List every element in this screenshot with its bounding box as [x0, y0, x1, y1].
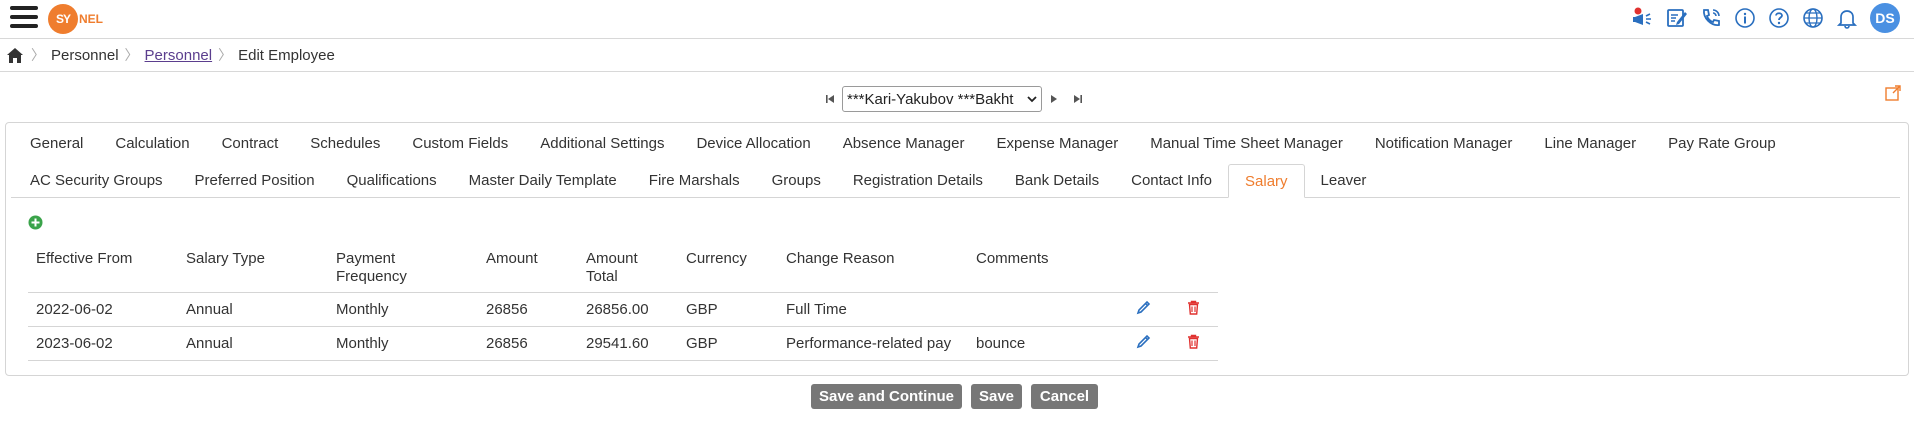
cell-payment-frequency: Monthly — [328, 292, 478, 327]
tab-registration-details[interactable]: Registration Details — [837, 164, 999, 198]
cell-effective-from: 2022-06-02 — [28, 292, 178, 327]
cell-amount-total: 29541.60 — [578, 326, 678, 361]
tab-fire-marshals[interactable]: Fire Marshals — [633, 164, 756, 198]
save-and-continue-button[interactable]: Save and Continue — [811, 384, 962, 409]
tab-contact-info[interactable]: Contact Info — [1115, 164, 1228, 198]
announcement-icon[interactable] — [1626, 2, 1660, 34]
edit-icon[interactable] — [1118, 326, 1168, 361]
next-record-icon[interactable] — [1047, 92, 1061, 106]
user-avatar[interactable]: DS — [1870, 3, 1900, 33]
employee-panel: General Calculation Contract Schedules C… — [5, 122, 1909, 376]
column-header: Comments — [976, 250, 1049, 267]
menu-icon[interactable] — [10, 6, 38, 32]
table-row: 2023-06-02 Annual Monthly 26856 29541.60… — [28, 326, 1218, 361]
column-header: Effective From — [36, 250, 133, 267]
cell-change-reason: Performance-related pay — [778, 326, 968, 361]
save-button[interactable]: Save — [971, 384, 1022, 409]
logo-text: NEL — [79, 12, 103, 26]
tab-leaver[interactable]: Leaver — [1305, 164, 1383, 198]
cell-comments: bounce — [968, 326, 1118, 361]
table-row: 2022-06-02 Annual Monthly 26856 26856.00… — [28, 292, 1218, 327]
globe-icon[interactable] — [1796, 2, 1830, 34]
cell-amount-total: 26856.00 — [578, 292, 678, 327]
breadcrumb-current: Edit Employee — [238, 46, 335, 64]
tab-line-manager[interactable]: Line Manager — [1528, 127, 1652, 161]
cell-effective-from: 2023-06-02 — [28, 326, 178, 361]
tab-custom-fields[interactable]: Custom Fields — [396, 127, 524, 161]
tabs-row-2: AC Security Groups Preferred Position Qu… — [14, 164, 1382, 198]
top-icons: DS — [1626, 2, 1900, 34]
cell-salary-type: Annual — [178, 292, 328, 327]
home-icon[interactable] — [5, 45, 25, 65]
tab-expense-manager[interactable]: Expense Manager — [980, 127, 1134, 161]
tab-qualifications[interactable]: Qualifications — [331, 164, 453, 198]
tab-salary[interactable]: Salary — [1228, 164, 1305, 198]
breadcrumb-separator: 〉 — [31, 47, 45, 63]
delete-icon[interactable] — [1168, 326, 1218, 361]
cancel-button[interactable]: Cancel — [1031, 384, 1098, 409]
info-icon[interactable] — [1728, 2, 1762, 34]
column-header: Change Reason — [786, 250, 895, 267]
tab-absence-manager[interactable]: Absence Manager — [827, 127, 981, 161]
column-header: Payment Frequency — [336, 250, 407, 285]
chevron-down-icon — [1027, 96, 1037, 103]
breadcrumb-personnel-link[interactable]: Personnel — [145, 47, 213, 64]
column-header: Currency — [686, 250, 747, 267]
tabs-row-1: General Calculation Contract Schedules C… — [14, 127, 1792, 161]
employee-select[interactable]: ***Kari-Yakubov ***Bakht — [842, 86, 1042, 112]
delete-icon[interactable] — [1168, 292, 1218, 327]
tab-preferred-position[interactable]: Preferred Position — [179, 164, 331, 198]
edit-note-icon[interactable] — [1660, 2, 1694, 34]
breadcrumb: 〉 Personnel 〉 Personnel 〉 Edit Employee — [0, 38, 1914, 72]
tab-additional-settings[interactable]: Additional Settings — [524, 127, 680, 161]
tab-pay-rate-group[interactable]: Pay Rate Group — [1652, 127, 1792, 161]
employee-select-value: ***Kari-Yakubov ***Bakht — [847, 90, 1014, 108]
breadcrumb-separator: 〉 — [218, 47, 233, 63]
phone-icon[interactable] — [1694, 2, 1728, 34]
bell-icon[interactable] — [1830, 2, 1864, 34]
tab-device-allocation[interactable]: Device Allocation — [680, 127, 826, 161]
tab-ac-security-groups[interactable]: AC Security Groups — [14, 164, 179, 198]
top-bar: SY NEL DS — [0, 0, 1914, 38]
open-external-icon[interactable] — [1884, 84, 1902, 102]
add-salary-icon[interactable] — [28, 215, 44, 231]
cell-comments — [968, 292, 1118, 327]
tab-bank-details[interactable]: Bank Details — [999, 164, 1115, 198]
cell-amount: 26856 — [478, 292, 578, 327]
cell-currency: GBP — [678, 292, 778, 327]
tab-schedules[interactable]: Schedules — [294, 127, 396, 161]
tab-master-daily-template[interactable]: Master Daily Template — [453, 164, 633, 198]
cell-change-reason: Full Time — [778, 292, 968, 327]
logo-mark: SY — [48, 4, 78, 34]
column-header: Salary Type — [186, 250, 265, 267]
salary-table: Effective From Salary Type Payment Frequ… — [28, 238, 1218, 361]
tab-general[interactable]: General — [14, 127, 99, 161]
column-header-delete — [1168, 238, 1218, 293]
action-buttons: Save and Continue Save Cancel — [0, 384, 1914, 410]
edit-icon[interactable] — [1118, 292, 1168, 327]
column-header-edit — [1118, 238, 1168, 293]
breadcrumb-personnel: Personnel — [51, 46, 119, 64]
tab-manual-time-sheet-manager[interactable]: Manual Time Sheet Manager — [1134, 127, 1359, 161]
table-header-row: Effective From Salary Type Payment Frequ… — [28, 238, 1218, 293]
column-header: Amount — [486, 250, 538, 267]
employee-navigator: ***Kari-Yakubov ***Bakht — [0, 84, 1914, 114]
tab-groups[interactable]: Groups — [756, 164, 837, 198]
tab-notification-manager[interactable]: Notification Manager — [1359, 127, 1529, 161]
first-record-icon[interactable] — [823, 92, 837, 106]
cell-salary-type: Annual — [178, 326, 328, 361]
breadcrumb-separator: 〉 — [124, 47, 139, 63]
tab-contract[interactable]: Contract — [206, 127, 295, 161]
cell-payment-frequency: Monthly — [328, 326, 478, 361]
cell-amount: 26856 — [478, 326, 578, 361]
cell-currency: GBP — [678, 326, 778, 361]
help-icon[interactable] — [1762, 2, 1796, 34]
logo[interactable]: SY NEL — [48, 3, 103, 35]
tab-calculation[interactable]: Calculation — [99, 127, 205, 161]
last-record-icon[interactable] — [1071, 92, 1085, 106]
column-header: Amount Total — [586, 250, 638, 285]
